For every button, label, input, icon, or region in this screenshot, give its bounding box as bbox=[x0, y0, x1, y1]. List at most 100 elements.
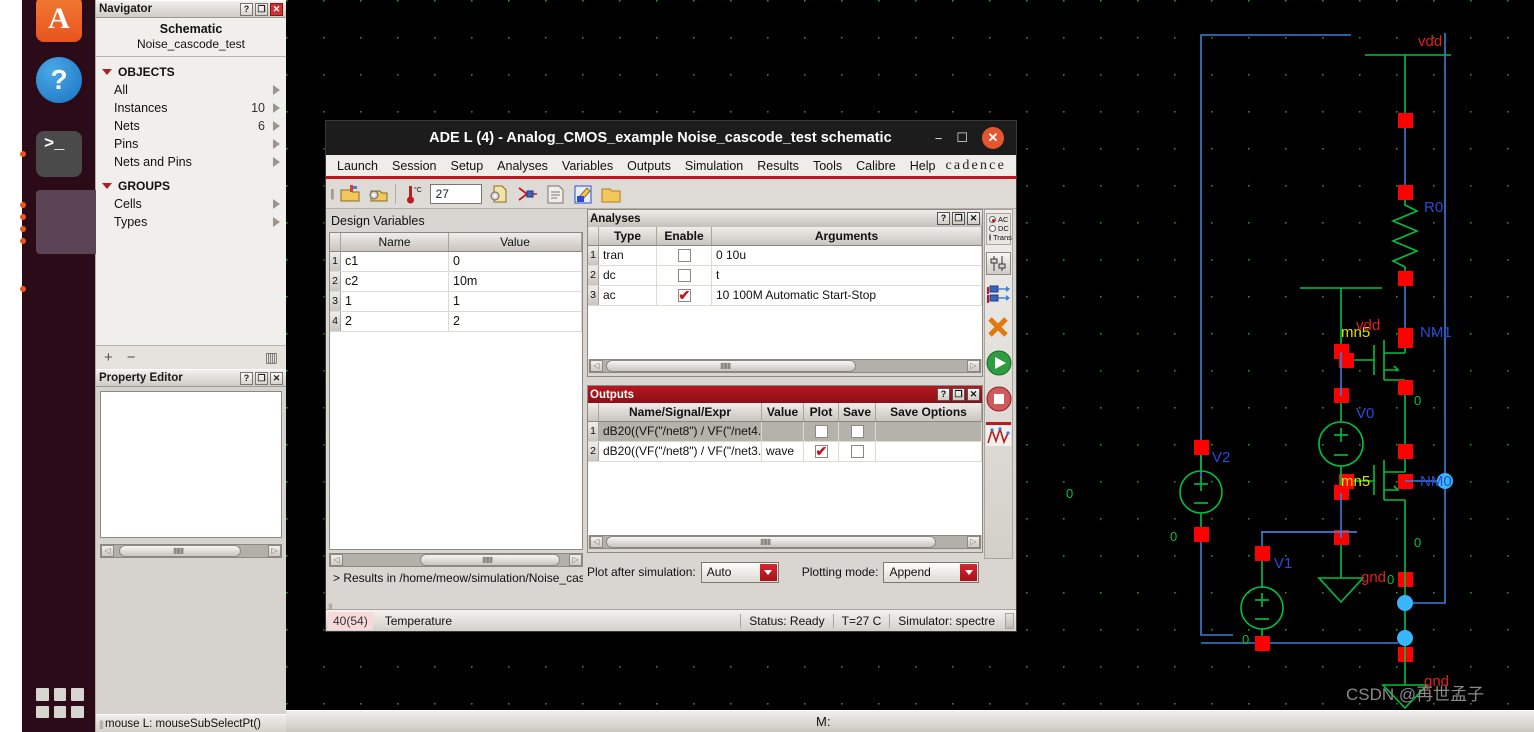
choose-analyses-icon[interactable] bbox=[986, 252, 1011, 275]
setup-analyses-icon[interactable] bbox=[488, 183, 510, 205]
plot-checkbox[interactable] bbox=[814, 442, 828, 461]
tree-group-objects[interactable]: OBJECTS bbox=[96, 63, 286, 81]
show-applications-icon[interactable] bbox=[36, 688, 84, 718]
minimize-button[interactable]: − bbox=[935, 131, 943, 146]
maximize-button[interactable]: ☐ bbox=[956, 130, 968, 146]
variable-name[interactable]: 2 bbox=[341, 312, 449, 331]
ubuntu-software-icon[interactable]: A bbox=[36, 0, 82, 42]
table-row[interactable]: 4 2 2 bbox=[330, 312, 582, 332]
navigator-help-button[interactable]: ? bbox=[240, 3, 253, 16]
temperature-input[interactable] bbox=[429, 183, 482, 204]
ade-title-bar[interactable]: ADE L (4) - Analog_CMOS_example Noise_ca… bbox=[326, 121, 1016, 155]
tree-item-cells[interactable]: Cells bbox=[96, 195, 286, 213]
analysis-arguments[interactable]: 10 100M Automatic Start-Stop bbox=[712, 286, 982, 305]
scroll-right-arrow-icon[interactable]: ▷ bbox=[967, 360, 980, 372]
analyses-undock-button[interactable]: ❐ bbox=[952, 212, 965, 225]
output-save-cell[interactable] bbox=[839, 422, 876, 441]
variable-name[interactable]: c2 bbox=[341, 272, 449, 291]
trans-radio-icon[interactable] bbox=[989, 234, 991, 241]
analysis-arguments[interactable]: 0 10u bbox=[712, 246, 982, 265]
outputs-hscrollbar[interactable]: ◁ ▮▮▮ ▷ bbox=[588, 535, 982, 550]
chevron-right-icon[interactable] bbox=[273, 85, 280, 95]
scroll-left-arrow-icon[interactable]: ◁ bbox=[590, 360, 603, 372]
variable-value[interactable]: 2 bbox=[449, 312, 582, 331]
radio-trans[interactable]: Trans bbox=[987, 233, 1012, 242]
tree-item-pins[interactable]: Pins bbox=[96, 135, 286, 153]
chevron-down-icon[interactable] bbox=[759, 563, 777, 581]
chevron-right-icon[interactable] bbox=[273, 103, 280, 113]
tree-item-types[interactable]: Types bbox=[96, 213, 286, 231]
analysis-arguments[interactable]: t bbox=[712, 266, 982, 285]
analysis-enable-cell[interactable] bbox=[657, 266, 712, 285]
hscroll-thumb[interactable] bbox=[606, 360, 856, 372]
tree-item-all[interactable]: All bbox=[96, 81, 286, 99]
menu-analyses[interactable]: Analyses bbox=[490, 159, 555, 173]
expand-triangle-icon[interactable] bbox=[102, 69, 112, 75]
results-dir-icon[interactable] bbox=[600, 183, 622, 205]
open-design-icon[interactable] bbox=[339, 183, 361, 205]
menu-simulation[interactable]: Simulation bbox=[678, 159, 750, 173]
expand-triangle-icon[interactable] bbox=[102, 183, 112, 189]
analysis-enable-cell[interactable] bbox=[657, 246, 712, 265]
scroll-left-arrow-icon[interactable]: ◁ bbox=[590, 536, 603, 548]
outputs-close-button[interactable]: ✕ bbox=[967, 388, 980, 401]
table-row[interactable]: 1 c1 0 bbox=[330, 252, 582, 272]
property-editor-hscrollbar[interactable]: ◁ ▮▮▮ ▷ bbox=[100, 544, 282, 558]
output-save-options[interactable] bbox=[876, 422, 982, 441]
table-row[interactable]: 3 ac 10 100M Automatic Start-Stop bbox=[588, 286, 982, 306]
navigator-remove-button[interactable]: − bbox=[127, 349, 136, 366]
analyses-hscrollbar[interactable]: ◁ ▮▮▮ ▷ bbox=[588, 359, 982, 374]
outputs-help-button[interactable]: ? bbox=[937, 388, 950, 401]
analysis-type[interactable]: tran bbox=[599, 246, 657, 265]
variable-name[interactable]: 1 bbox=[341, 292, 449, 311]
output-plot-cell[interactable] bbox=[804, 422, 839, 441]
navigator-add-button[interactable]: + bbox=[104, 349, 113, 366]
scroll-right-arrow-icon[interactable]: ▷ bbox=[268, 545, 281, 557]
enable-checkbox[interactable] bbox=[677, 269, 691, 282]
hscroll-thumb[interactable] bbox=[606, 536, 936, 548]
table-row[interactable]: 2 dc t bbox=[588, 266, 982, 286]
ade-menu-bar[interactable]: Launch Session Setup Analyses Variables … bbox=[326, 155, 1016, 179]
save-checkbox[interactable] bbox=[850, 425, 864, 438]
ade-toolbar[interactable]: ||| °C bbox=[326, 179, 1016, 209]
variable-name[interactable]: c1 bbox=[341, 252, 449, 271]
analysis-type[interactable]: dc bbox=[599, 266, 657, 285]
analyses-table[interactable]: Type Enable Arguments 1 tran 0 10u 2 dc … bbox=[588, 227, 982, 359]
terminal-icon[interactable]: >_ bbox=[20, 131, 82, 177]
variable-value[interactable]: 1 bbox=[449, 292, 582, 311]
chevron-right-icon[interactable] bbox=[273, 121, 280, 131]
table-row[interactable]: 3 1 1 bbox=[330, 292, 582, 312]
scroll-right-arrow-icon[interactable]: ▷ bbox=[569, 554, 582, 566]
property-editor-close-button[interactable]: ✕ bbox=[270, 372, 283, 385]
setup-simulator-icon[interactable] bbox=[367, 183, 389, 205]
ac-radio-icon[interactable] bbox=[989, 216, 996, 223]
enable-checkbox[interactable] bbox=[677, 249, 691, 262]
menu-launch[interactable]: Launch bbox=[330, 159, 385, 173]
menu-variables[interactable]: Variables bbox=[555, 159, 620, 173]
design-variables-table[interactable]: Name Value 1 c1 0 2 c2 10m 3 1 1 4 2 2 bbox=[329, 232, 583, 550]
menu-outputs[interactable]: Outputs bbox=[620, 159, 678, 173]
ade-l-window[interactable]: ADE L (4) - Analog_CMOS_example Noise_ca… bbox=[325, 120, 1017, 632]
variable-value[interactable]: 0 bbox=[449, 252, 582, 271]
netlist-and-run-icon[interactable] bbox=[986, 350, 1012, 376]
table-row[interactable]: 2 c2 10m bbox=[330, 272, 582, 292]
plot-checkbox[interactable] bbox=[814, 425, 828, 438]
stop-icon[interactable] bbox=[986, 386, 1012, 412]
simulation-toolbar[interactable]: AC DC Trans bbox=[984, 209, 1013, 559]
menu-setup[interactable]: Setup bbox=[444, 159, 491, 173]
analyses-close-button[interactable]: ✕ bbox=[967, 212, 980, 225]
navigator-undock-button[interactable]: ❐ bbox=[255, 3, 268, 16]
tree-item-nets[interactable]: Nets 6 bbox=[96, 117, 286, 135]
navigator-tree[interactable]: OBJECTS All Instances 10 Nets 6 Pins Net… bbox=[96, 57, 286, 345]
scroll-left-arrow-icon[interactable]: ◁ bbox=[101, 545, 114, 557]
analysis-type-radios[interactable]: AC DC Trans bbox=[986, 213, 1012, 245]
menu-help[interactable]: Help bbox=[903, 159, 943, 173]
output-save-options[interactable] bbox=[876, 442, 982, 461]
navigator-close-button[interactable]: ✕ bbox=[270, 3, 283, 16]
radio-dc[interactable]: DC bbox=[987, 224, 1010, 233]
analysis-enable-cell[interactable] bbox=[657, 286, 712, 305]
output-save-cell[interactable] bbox=[839, 442, 876, 461]
menu-calibre[interactable]: Calibre bbox=[849, 159, 903, 173]
edit-variables-icon[interactable] bbox=[986, 283, 1011, 306]
analyses-help-button[interactable]: ? bbox=[937, 212, 950, 225]
